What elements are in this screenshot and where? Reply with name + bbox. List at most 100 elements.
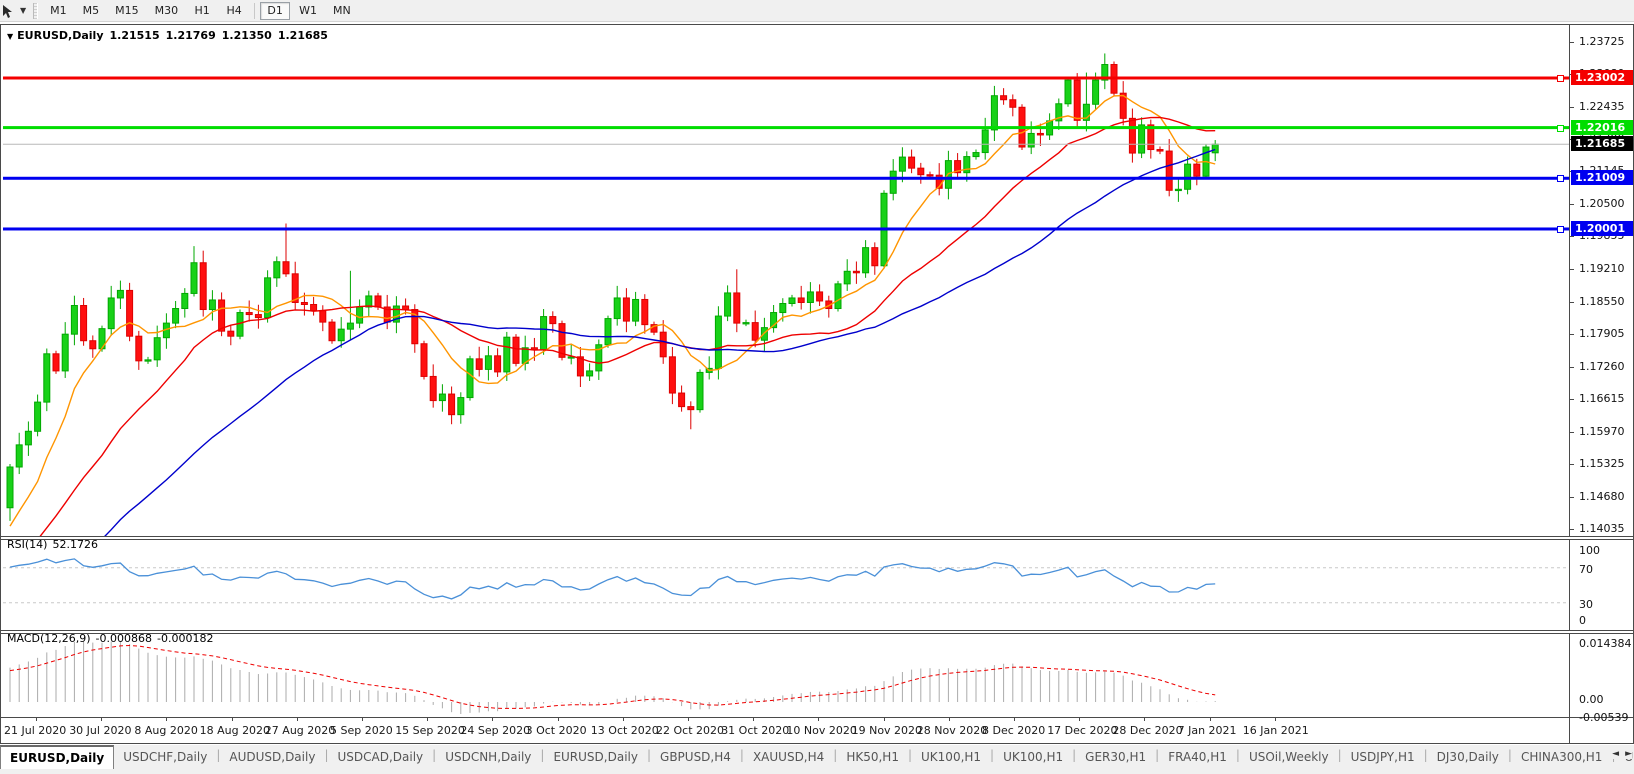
price-tick-label: 1.14680 <box>1579 490 1633 503</box>
toolbar-grip <box>33 3 38 19</box>
rsi-label: RSI(14)52.1726 <box>7 538 103 551</box>
tab-nav: ◄ ► <box>1608 749 1632 759</box>
chart-tab-xauusd-h4[interactable]: XAUUSD,H4 <box>744 745 833 768</box>
chart-tab-bar: EURUSD,DailyUSDCHF,Daily|AUDUSD,Daily|US… <box>0 745 1634 774</box>
date-axis-label: 15 Sep 2020 <box>395 724 465 737</box>
tab-scroll-right-icon[interactable]: ► <box>1625 749 1632 759</box>
price-tick-label: 1.18550 <box>1579 295 1633 308</box>
chart-tab-china300-h1[interactable]: CHINA300,H1 <box>1512 745 1612 768</box>
hline-handle[interactable] <box>1557 175 1564 182</box>
timeframe-button-h4[interactable]: H4 <box>219 2 249 20</box>
chart-tab-fra40-h1[interactable]: FRA40,H1 <box>1159 745 1236 768</box>
chart-tab-usoil-weekly[interactable]: USOil,Weekly <box>1240 745 1338 768</box>
date-tick-mark <box>1210 718 1211 721</box>
ohlc-close: 1.21685 <box>278 29 328 42</box>
date-axis-label: 13 Oct 2020 <box>591 724 659 737</box>
current-price-label: 1.21685 <box>1571 136 1633 151</box>
price-tick-mark <box>1570 399 1574 400</box>
hline-handle[interactable] <box>1557 125 1564 132</box>
timeframe-button-h1[interactable]: H1 <box>187 2 217 20</box>
collapse-triangle-icon[interactable]: ▼ <box>7 32 13 41</box>
price-chart[interactable] <box>3 26 1569 536</box>
hline-price-label: 1.20001 <box>1571 221 1633 236</box>
price-tick-label: 1.15325 <box>1579 457 1633 470</box>
date-axis-label: 8 Aug 2020 <box>134 724 197 737</box>
date-axis-separator <box>1 717 1633 718</box>
price-axis-separator <box>1569 25 1570 743</box>
ohlc-low: 1.21350 <box>222 29 272 42</box>
timeframe-button-m5[interactable]: M5 <box>76 2 107 20</box>
date-axis-label: 17 Dec 2020 <box>1047 724 1117 737</box>
date-axis-label: 27 Aug 2020 <box>265 724 335 737</box>
price-tick-label: 1.16615 <box>1579 392 1633 405</box>
price-tick-mark <box>1570 204 1574 205</box>
date-tick-mark <box>492 718 493 721</box>
tab-scroll-left-icon[interactable]: ◄ <box>1612 749 1619 759</box>
date-tick-mark <box>166 718 167 721</box>
macd-axis-label: -0.00539 <box>1579 711 1628 724</box>
timeframe-button-m1[interactable]: M1 <box>43 2 74 20</box>
date-axis-label: 10 Nov 2020 <box>786 724 856 737</box>
date-axis-label: 30 Jul 2020 <box>69 724 131 737</box>
date-axis-label: 3 Oct 2020 <box>526 724 587 737</box>
macd-label: MACD(12,26,9)-0.000868-0.000182 <box>7 632 218 645</box>
date-axis-label: 8 Dec 2020 <box>982 724 1045 737</box>
cursor-tool-dropdown-icon[interactable]: ▼ <box>20 6 26 15</box>
price-tick-mark <box>1570 464 1574 465</box>
date-axis-label: 24 Sep 2020 <box>460 724 530 737</box>
price-tick-mark <box>1570 302 1574 303</box>
chart-tab-eurusd-daily[interactable]: EURUSD,Daily <box>544 745 647 768</box>
chart-tab-hk50-h1[interactable]: HK50,H1 <box>837 745 908 768</box>
hline-handle[interactable] <box>1557 75 1564 82</box>
date-axis-label: 22 Oct 2020 <box>656 724 724 737</box>
price-tick-mark <box>1570 367 1574 368</box>
hline-price-label: 1.22016 <box>1571 120 1633 135</box>
rsi-panel[interactable] <box>3 541 1569 631</box>
cursor-icon <box>1 4 17 20</box>
chart-tab-ger30-h1[interactable]: GER30,H1 <box>1076 745 1155 768</box>
date-tick-mark <box>101 718 102 721</box>
chart-window: ▼EURUSD,Daily1.215151.217691.213501.2168… <box>0 24 1634 744</box>
hline-price-label: 1.23002 <box>1571 70 1633 85</box>
cursor-tool-icon[interactable] <box>0 2 20 20</box>
chart-tab-dj30-daily[interactable]: DJ30,Daily <box>1428 745 1508 768</box>
price-tick-mark <box>1570 334 1574 335</box>
timeframe-button-d1[interactable]: D1 <box>260 2 290 20</box>
date-axis-label: 5 Sep 2020 <box>330 724 393 737</box>
macd-panel[interactable] <box>3 635 1569 717</box>
rsi-value: 52.1726 <box>52 538 98 551</box>
price-tick-label: 1.19210 <box>1579 262 1633 275</box>
panel-separator-rsi[interactable] <box>1 536 1633 540</box>
timeframe-button-m15[interactable]: M15 <box>108 2 146 20</box>
hline-handle[interactable] <box>1557 226 1564 233</box>
timeframe-button-w1[interactable]: W1 <box>292 2 324 20</box>
timeframe-button-mn[interactable]: MN <box>326 2 358 20</box>
date-tick-mark <box>884 718 885 721</box>
chart-tab-usdcnh-daily[interactable]: USDCNH,Daily <box>436 745 540 768</box>
chart-tab-usdchf-daily[interactable]: USDCHF,Daily <box>114 745 216 768</box>
chart-tab-audusd-daily[interactable]: AUDUSD,Daily <box>220 745 324 768</box>
macd-main-value: -0.000868 <box>96 632 152 645</box>
price-tick-label: 1.15970 <box>1579 425 1633 438</box>
timeframe-toolbar: ▼ M1M5M15M30H1H4 D1W1MN <box>0 0 1634 22</box>
macd-axis-label: 0.00 <box>1579 693 1604 706</box>
macd-axis-label: 0.014384 <box>1579 637 1632 650</box>
toolbar-separator <box>254 3 255 19</box>
ohlc-high: 1.21769 <box>166 29 216 42</box>
rsi-axis-label: 0 <box>1579 614 1586 627</box>
price-tick-mark <box>1570 42 1574 43</box>
chart-tab-gbpusd-h4[interactable]: GBPUSD,H4 <box>651 745 740 768</box>
chart-tab-uk100-h1[interactable]: UK100,H1 <box>912 745 990 768</box>
date-tick-mark <box>297 718 298 721</box>
date-axis-label: 21 Jul 2020 <box>4 724 66 737</box>
chart-tab-uk100-h1[interactable]: UK100,H1 <box>994 745 1072 768</box>
chart-tab-usdcad-daily[interactable]: USDCAD,Daily <box>328 745 432 768</box>
date-tick-mark <box>753 718 754 721</box>
panel-separator-macd[interactable] <box>1 630 1633 634</box>
timeframe-button-m30[interactable]: M30 <box>148 2 186 20</box>
price-tick-label: 1.20500 <box>1579 197 1633 210</box>
chart-tab-eurusd-daily[interactable]: EURUSD,Daily <box>0 745 114 769</box>
chart-tab-usdjpy-h1[interactable]: USDJPY,H1 <box>1342 745 1424 768</box>
price-tick-label: 1.17905 <box>1579 327 1633 340</box>
date-axis-label: 28 Dec 2020 <box>1112 724 1182 737</box>
